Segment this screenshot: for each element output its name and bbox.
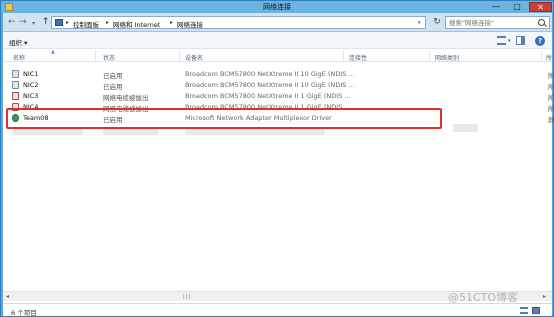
column-divider[interactable] bbox=[343, 50, 344, 61]
close-button[interactable]: ✕ bbox=[529, 2, 552, 12]
breadcrumb-network-connections[interactable]: 网络连接 bbox=[177, 19, 203, 29]
column-divider[interactable] bbox=[95, 50, 96, 61]
row-owner: 所 bbox=[548, 83, 554, 91]
details-view-icon[interactable] bbox=[520, 307, 528, 314]
network-cable-unplugged-icon bbox=[12, 92, 19, 100]
column-connectivity[interactable]: 连接性 bbox=[349, 53, 367, 62]
preview-pane-icon[interactable] bbox=[516, 36, 525, 45]
forward-button[interactable]: → bbox=[19, 17, 27, 27]
row-owner: 所 bbox=[548, 94, 554, 102]
scroll-thumb-grip[interactable]: ||| bbox=[183, 294, 191, 300]
refresh-button[interactable]: ↻ bbox=[431, 16, 443, 29]
column-owner[interactable]: 所 bbox=[546, 53, 552, 62]
watermark: @51CTO博客 bbox=[448, 291, 519, 304]
search-box[interactable] bbox=[445, 16, 550, 29]
column-divider[interactable] bbox=[179, 50, 180, 61]
row-owner: 所 bbox=[548, 105, 554, 113]
search-input[interactable] bbox=[449, 18, 537, 28]
row-status: 已启用 bbox=[103, 83, 123, 91]
recent-locations-dropdown[interactable]: ▾ bbox=[32, 19, 35, 29]
redacted-text bbox=[13, 129, 83, 135]
address-toolbar: ← → ▾ ↑ ▸ 控制面板 ▸ 网络和 Internet ▸ 网络连接 ▾ ↻ bbox=[3, 13, 552, 32]
column-device-name[interactable]: 设备名 bbox=[185, 53, 203, 62]
highlight-box bbox=[6, 108, 442, 129]
change-view-icon[interactable] bbox=[497, 36, 506, 45]
breadcrumb-control-panel[interactable]: 控制面板 bbox=[73, 19, 99, 29]
help-icon[interactable]: ? bbox=[535, 36, 545, 46]
row-name: NIC3 bbox=[23, 92, 39, 100]
row-name: NIC1 bbox=[23, 70, 39, 78]
row-device: Broadcom BCM57800 NetXtreme II 10 GigE (… bbox=[185, 70, 355, 78]
file-list-pane: 组织 ▾ ▾ ? ▲ 名称 状态 设备名 连接性 网络类别 所 NIC1 已启用… bbox=[3, 32, 554, 303]
title-bar[interactable]: 网络连接 — □ ✕ bbox=[1, 1, 553, 13]
row-name: NIC2 bbox=[23, 81, 39, 89]
table-row[interactable]: NIC2 已启用 Broadcom BCM57800 NetXtreme II … bbox=[3, 80, 554, 91]
row-owner: 所 bbox=[548, 72, 554, 80]
table-row[interactable]: NIC3 网络电缆被拔出 Broadcom BCM57800 NetXtreme… bbox=[3, 91, 554, 102]
address-dropdown-icon[interactable]: ▾ bbox=[418, 20, 421, 26]
address-bar[interactable]: ▸ 控制面板 ▸ 网络和 Internet ▸ 网络连接 ▾ bbox=[51, 16, 426, 29]
item-count: 6 个项目 bbox=[11, 309, 37, 317]
network-adapter-icon bbox=[12, 70, 19, 78]
sort-ascending-icon: ▲ bbox=[51, 49, 55, 55]
up-button[interactable]: ↑ bbox=[42, 17, 50, 27]
large-icons-view-icon[interactable] bbox=[532, 307, 540, 314]
search-icon[interactable] bbox=[538, 19, 545, 26]
redacted-text bbox=[185, 129, 325, 135]
column-divider[interactable] bbox=[429, 50, 430, 61]
control-panel-icon bbox=[55, 19, 63, 26]
column-name[interactable]: 名称 bbox=[13, 53, 25, 62]
row-status: 网络电缆被拔出 bbox=[103, 94, 149, 102]
command-bar: 组织 ▾ ▾ ? bbox=[3, 32, 552, 49]
table-row[interactable]: NIC1 已启用 Broadcom BCM57800 NetXtreme II … bbox=[3, 69, 554, 80]
row-status: 已启用 bbox=[103, 72, 123, 80]
explorer-window: 网络连接 — □ ✕ ← → ▾ ↑ ▸ 控制面板 ▸ 网络和 Internet… bbox=[0, 0, 554, 317]
column-network-category[interactable]: 网络类别 bbox=[435, 53, 459, 62]
scroll-right-icon[interactable]: ▸ bbox=[543, 293, 546, 300]
window-title: 网络连接 bbox=[263, 3, 291, 11]
maximize-button[interactable]: □ bbox=[507, 2, 527, 12]
back-button[interactable]: ← bbox=[8, 17, 16, 27]
column-status[interactable]: 状态 bbox=[103, 53, 115, 62]
breadcrumb-separator[interactable]: ▸ bbox=[170, 19, 173, 26]
scroll-left-icon[interactable]: ◂ bbox=[6, 293, 9, 300]
network-adapter-icon bbox=[12, 81, 19, 89]
redacted-text bbox=[103, 129, 158, 135]
breadcrumb-separator[interactable]: ▸ bbox=[66, 19, 69, 26]
row-owner: 屏 bbox=[548, 116, 554, 124]
organize-menu[interactable]: 组织 ▾ bbox=[9, 37, 27, 47]
row-device: Broadcom BCM57800 NetXtreme II 10 GigE (… bbox=[185, 81, 355, 89]
column-divider[interactable] bbox=[541, 50, 542, 61]
minimize-button[interactable]: — bbox=[486, 2, 506, 12]
breadcrumb-network-internet[interactable]: 网络和 Internet bbox=[113, 19, 160, 29]
row-device: Broadcom BCM57800 NetXtreme II 1 GigE (N… bbox=[185, 92, 351, 100]
redacted-text bbox=[453, 124, 478, 132]
breadcrumb-separator[interactable]: ▸ bbox=[106, 19, 109, 26]
column-header: ▲ 名称 状态 设备名 连接性 网络类别 所 bbox=[3, 49, 552, 62]
